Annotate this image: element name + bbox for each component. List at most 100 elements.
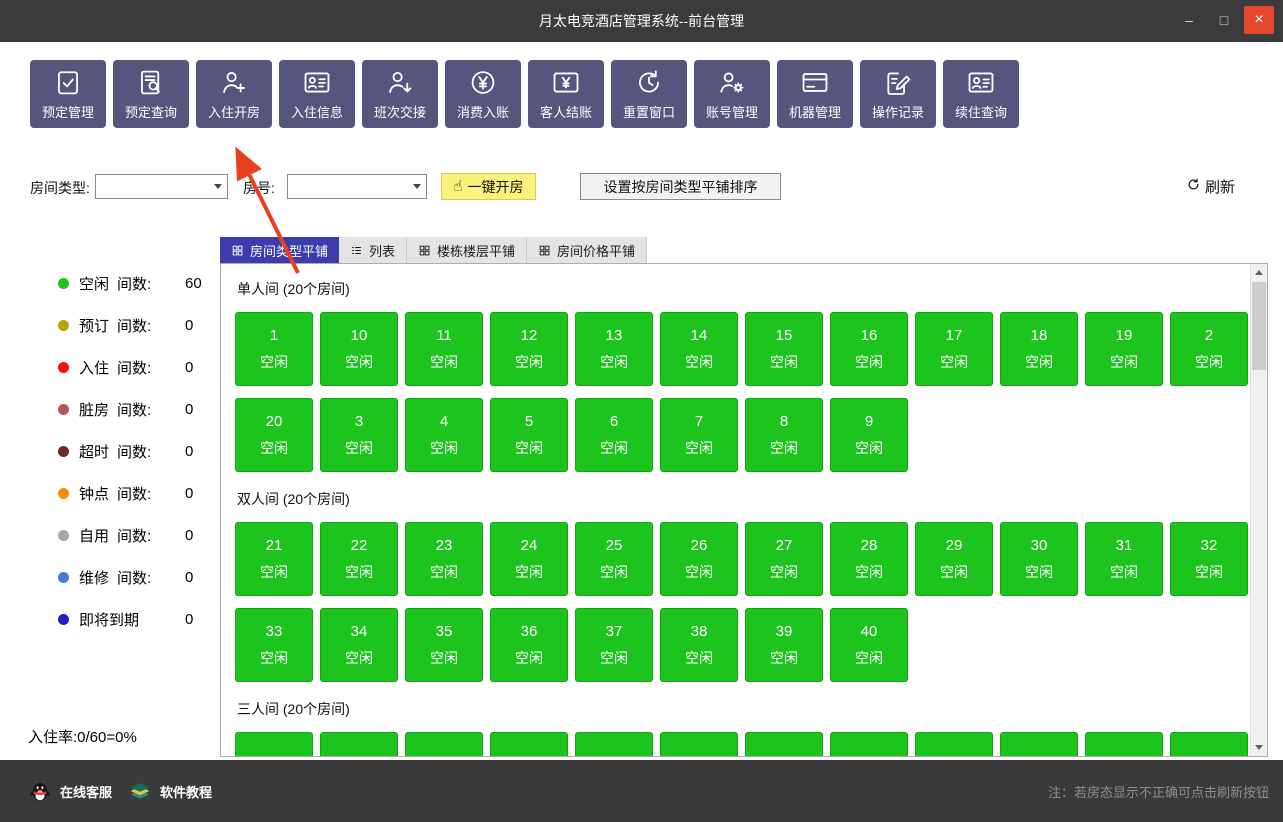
toolbar-button-guest-checkout[interactable]: 客人结账 [528,60,604,128]
toolbar-button-account-management[interactable]: 账号管理 [694,60,770,128]
room-tile-2[interactable]: 2 空闲 [1170,312,1248,386]
room-tile-27[interactable]: 27 空闲 [745,522,823,596]
scroll-down-button[interactable] [1251,739,1267,756]
status-note: 注：若房态显示不正确可点击刷新按钮 [1048,760,1269,822]
room-tile-1[interactable]: 1 空闲 [235,312,313,386]
room-tile-10[interactable]: 10 空闲 [320,312,398,386]
room-tile-18[interactable]: 18 空闲 [1000,312,1078,386]
room-tile-26[interactable]: 26 空闲 [660,522,738,596]
tab-list[interactable]: 列表 [339,237,407,263]
tab-building-floor-tiles[interactable]: 楼栋楼层平铺 [407,237,527,263]
room-tile-partial[interactable] [575,732,653,756]
toolbar-button-consumption-entry[interactable]: 消费入账 [445,60,521,128]
legend-label: 脏房 [79,399,109,420]
legend-counter-label: 间数: [117,357,151,378]
room-tile-partial[interactable] [1000,732,1078,756]
room-tile-36[interactable]: 36 空闲 [490,608,568,682]
room-tile-7[interactable]: 7 空闲 [660,398,738,472]
software-tutorial-button[interactable]: 软件教程 [128,779,212,803]
tab-room-type-tiles[interactable]: 房间类型平铺 [220,237,339,263]
room-tile-29[interactable]: 29 空闲 [915,522,993,596]
room-tile-partial[interactable] [405,732,483,756]
room-tile-34[interactable]: 34 空闲 [320,608,398,682]
room-tile-4[interactable]: 4 空闲 [405,398,483,472]
room-tile-partial[interactable] [915,732,993,756]
scrollbar-thumb[interactable] [1252,282,1266,370]
legend-label: 维修 [79,567,109,588]
room-tile-19[interactable]: 19 空闲 [1085,312,1163,386]
room-tile-37[interactable]: 37 空闲 [575,608,653,682]
legend-item-overtime: 超时 间数: 0 [58,440,202,463]
toolbar-button-reservation-management[interactable]: 预定管理 [30,60,106,128]
room-tile-30[interactable]: 30 空闲 [1000,522,1078,596]
room-tile-6[interactable]: 6 空闲 [575,398,653,472]
room-tile-partial[interactable] [830,732,908,756]
room-tile-38[interactable]: 38 空闲 [660,608,738,682]
room-tile-partial[interactable] [1170,732,1248,756]
room-tile-partial[interactable] [660,732,738,756]
room-tile-14[interactable]: 14 空闲 [660,312,738,386]
room-number-select[interactable] [287,174,427,199]
maximize-button[interactable]: □ [1209,6,1239,34]
room-tile-23[interactable]: 23 空闲 [405,522,483,596]
scroll-up-button[interactable] [1251,264,1267,281]
room-tile-32[interactable]: 32 空闲 [1170,522,1248,596]
room-tile-partial[interactable] [1085,732,1163,756]
room-tile-partial[interactable] [235,732,313,756]
toolbar-button-stay-extension-query[interactable]: 续住查询 [943,60,1019,128]
room-tile-partial[interactable] [745,732,823,756]
room-tile-25[interactable]: 25 空闲 [575,522,653,596]
room-status: 空闲 [685,438,713,458]
toolbar-button-check-in-info[interactable]: 入住信息 [279,60,355,128]
room-tile-17[interactable]: 17 空闲 [915,312,993,386]
room-tile-11[interactable]: 11 空闲 [405,312,483,386]
person-card-icon [301,67,333,97]
room-tile-24[interactable]: 24 空闲 [490,522,568,596]
room-tile-21[interactable]: 21 空闲 [235,522,313,596]
room-tile-28[interactable]: 28 空闲 [830,522,908,596]
room-tile-3[interactable]: 3 空闲 [320,398,398,472]
room-tile-40[interactable]: 40 空闲 [830,608,908,682]
sort-by-room-type-button[interactable]: 设置按房间类型平铺排序 [580,173,781,200]
toolbar-button-shift-handover[interactable]: 班次交接 [362,60,438,128]
one-key-open-button[interactable]: ☝ 一键开房 [441,173,536,200]
room-number-label: 房号: [243,178,275,198]
room-type-select[interactable] [95,174,228,199]
minimize-button[interactable]: – [1174,6,1204,34]
room-number: 8 [780,413,788,430]
room-tile-9[interactable]: 9 空闲 [830,398,908,472]
legend-count: 0 [185,317,193,334]
room-tile-12[interactable]: 12 空闲 [490,312,568,386]
room-tile-22[interactable]: 22 空闲 [320,522,398,596]
toolbar-button-label: 消费入账 [457,102,509,121]
room-tile-31[interactable]: 31 空闲 [1085,522,1163,596]
edit-record-icon [882,67,914,97]
toolbar-button-reservation-query[interactable]: 预定查询 [113,60,189,128]
online-service-button[interactable]: 在线客服 [28,779,112,803]
room-tile-15[interactable]: 15 空闲 [745,312,823,386]
room-tile-partial[interactable] [320,732,398,756]
refresh-button[interactable]: 刷新 [1186,176,1235,197]
room-tile-33[interactable]: 33 空闲 [235,608,313,682]
room-tile-20[interactable]: 20 空闲 [235,398,313,472]
room-tile-8[interactable]: 8 空闲 [745,398,823,472]
room-number: 33 [266,623,283,640]
room-tile-35[interactable]: 35 空闲 [405,608,483,682]
room-status: 空闲 [940,562,968,582]
toolbar-button-check-in-open-room[interactable]: 入住开房 [196,60,272,128]
room-tile-16[interactable]: 16 空闲 [830,312,908,386]
toolbar-button-machine-management[interactable]: 机器管理 [777,60,853,128]
toolbar-button-reset-window[interactable]: 重置窗口 [611,60,687,128]
books-icon [128,779,152,803]
legend-label: 自用 [79,525,109,546]
person-add-icon [218,67,250,97]
toolbar-button-operation-log[interactable]: 操作记录 [860,60,936,128]
vertical-scrollbar[interactable] [1250,264,1267,756]
close-button[interactable]: × [1244,6,1274,34]
room-tile-13[interactable]: 13 空闲 [575,312,653,386]
room-status: 空闲 [515,438,543,458]
room-tile-partial[interactable] [490,732,568,756]
room-tile-5[interactable]: 5 空闲 [490,398,568,472]
tab-room-price-tiles[interactable]: 房间价格平铺 [527,237,647,263]
room-tile-39[interactable]: 39 空闲 [745,608,823,682]
